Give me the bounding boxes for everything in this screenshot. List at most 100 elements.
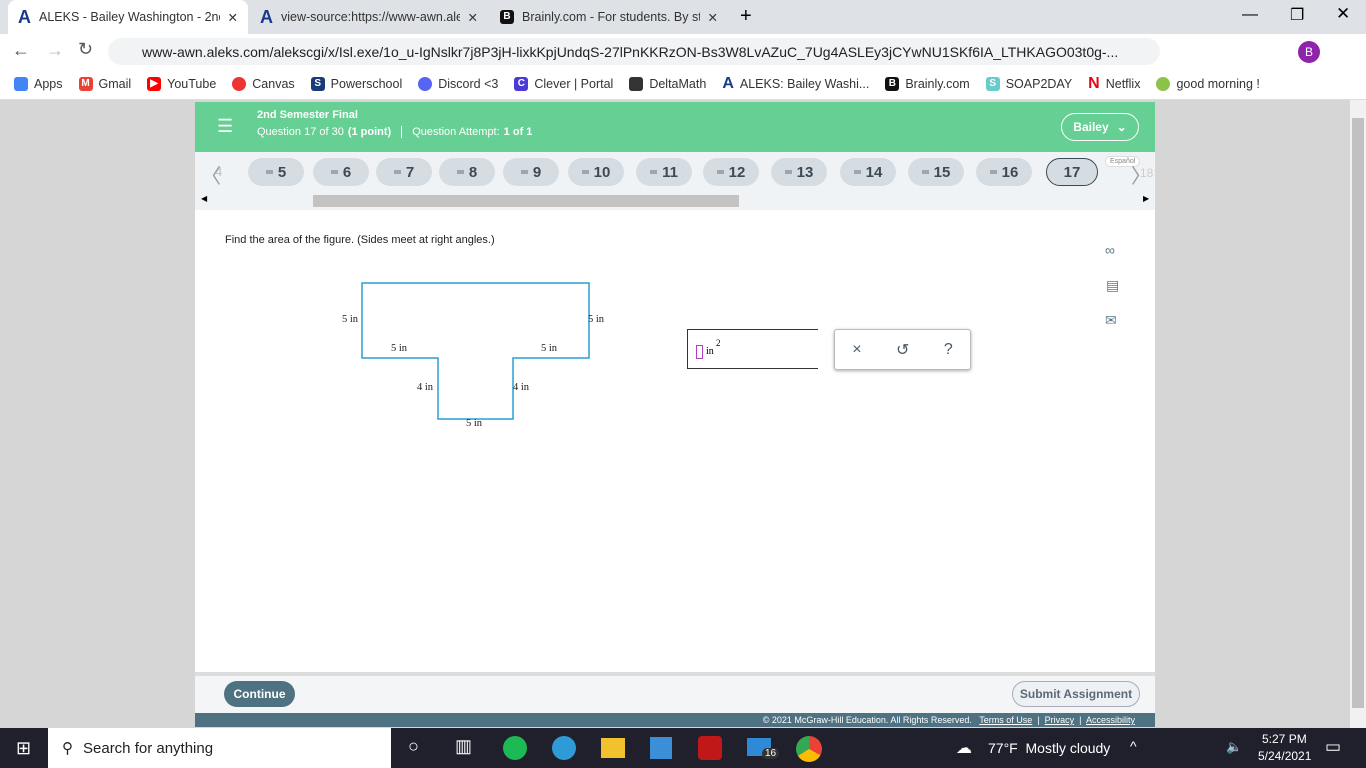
menu-icon[interactable]: ☰ <box>217 116 233 137</box>
bookmark-youtube[interactable]: ▶ YouTube <box>147 76 216 91</box>
close-tab-icon[interactable]: ✕ <box>228 10 238 25</box>
close-window-button[interactable]: ✕ <box>1336 4 1350 24</box>
tab-bar: A ALEKS - Bailey Washington - 2nd ✕ Aview-… <box>0 0 1366 34</box>
question-button-15[interactable]: 15 <box>908 158 964 186</box>
vertical-scrollbar[interactable] <box>1350 100 1366 728</box>
clear-button[interactable]: × <box>852 341 861 359</box>
store-icon[interactable] <box>650 737 672 759</box>
nav-next-icon[interactable]: 〉 <box>1131 160 1151 189</box>
youtube-icon: ▶ <box>147 76 162 91</box>
infinity-icon[interactable]: ∞ <box>1105 242 1115 258</box>
question-prompt: Find the area of the figure. (Sides meet… <box>225 234 495 246</box>
terms-link[interactable]: Terms of Use <box>979 715 1032 725</box>
scroll-right-icon[interactable]: ▶ <box>1143 194 1149 203</box>
undo-button[interactable]: ↺ <box>896 340 909 360</box>
bookmark-powerschool[interactable]: S Powerschool <box>310 76 402 91</box>
volume-icon[interactable]: 🔈 <box>1226 739 1242 755</box>
search-icon: ⚲ <box>62 740 73 757</box>
question-button-8[interactable]: 8 <box>439 158 495 186</box>
reload-icon[interactable]: ↻ <box>78 39 93 60</box>
help-button[interactable]: ? <box>944 341 953 359</box>
horizontal-scrollbar-thumb[interactable] <box>313 195 739 207</box>
windows-start-icon[interactable]: ⊞ <box>16 738 31 759</box>
aleks-icon: A <box>260 6 273 27</box>
continue-button[interactable]: Continue <box>224 681 295 707</box>
tab-aleks[interactable]: A ALEKS - Bailey Washington - 2nd ✕ <box>8 0 248 34</box>
bookmark-deltamath[interactable]: DeltaMath <box>629 76 706 91</box>
close-tab-icon[interactable]: ✕ <box>708 10 718 25</box>
clock-time[interactable]: 5:27 PM <box>1262 732 1307 746</box>
close-tab-icon[interactable]: ✕ <box>468 10 478 25</box>
privacy-link[interactable]: Privacy <box>1045 715 1075 725</box>
weather-icon: ☁ <box>956 740 972 757</box>
bookmark-aleks[interactable]: A ALEKS: Bailey Washi... <box>722 75 869 93</box>
flag-icon <box>456 170 464 174</box>
bookmark-soap2day[interactable]: S SOAP2DAY <box>985 76 1072 91</box>
question-button-17[interactable]: 17 <box>1046 158 1098 186</box>
question-area: Find the area of the figure. (Sides meet… <box>195 210 1155 672</box>
bookmark-gmail[interactable]: M Gmail <box>78 76 131 91</box>
bookmark-canvas[interactable]: Canvas <box>232 76 295 91</box>
task-view-icon[interactable]: ▥ <box>455 736 472 757</box>
question-button-11[interactable]: 11 <box>636 158 692 186</box>
question-button-7[interactable]: 7 <box>376 158 432 186</box>
taskbar: ⊞ ⚲ Search for anything ○ ▥ 16 ☁ 77°F Mos… <box>0 728 1366 768</box>
tray-chevron-icon[interactable]: ^ <box>1130 738 1137 754</box>
question-button-13[interactable]: 13 <box>771 158 827 186</box>
worksheet-icon[interactable]: ▤ <box>1106 277 1119 294</box>
accessibility-link[interactable]: Accessibility <box>1086 715 1135 725</box>
flower-icon <box>1156 76 1171 91</box>
taskbar-search[interactable]: ⚲ Search for anything <box>48 728 391 768</box>
spotify-icon[interactable] <box>503 736 527 760</box>
question-button-14[interactable]: 14 <box>840 158 896 186</box>
question-button-9[interactable]: 9 <box>503 158 559 186</box>
edge-icon[interactable] <box>552 736 576 760</box>
minimize-button[interactable]: — <box>1242 6 1258 24</box>
label-inner-right: 5 in <box>541 343 558 354</box>
url-field[interactable]: www-awn.aleks.com/alekscgi/x/Isl.exe/1o_… <box>108 38 1160 65</box>
question-button-16[interactable]: 16 <box>976 158 1032 186</box>
bookmark-netflix[interactable]: N Netflix <box>1088 75 1140 93</box>
bookmark-apps[interactable]: Apps <box>14 76 63 91</box>
tab-view-source[interactable]: Aview-source:https://www-awn.ale ✕ <box>250 0 488 34</box>
apps-icon <box>14 76 28 91</box>
unit-label: in <box>706 346 714 357</box>
unit-exponent: 2 <box>716 338 721 348</box>
flag-icon <box>921 170 929 174</box>
file-explorer-icon[interactable] <box>601 738 625 758</box>
new-tab-button[interactable]: + <box>740 5 752 28</box>
notifications-icon[interactable]: ▭ <box>1325 737 1341 757</box>
label-inner-left: 5 in <box>391 343 408 354</box>
mail-icon[interactable]: ✉ <box>1105 312 1117 329</box>
answer-input[interactable] <box>696 345 703 359</box>
mcafee-icon[interactable] <box>698 736 722 760</box>
bookmark-good-morning[interactable]: good morning ! <box>1156 76 1260 91</box>
chrome-icon[interactable] <box>796 736 822 762</box>
flag-icon <box>581 170 589 174</box>
bookmark-clever[interactable]: C Clever | Portal <box>514 76 613 91</box>
flag-icon <box>716 170 724 174</box>
cortana-icon[interactable]: ○ <box>408 736 419 757</box>
maximize-button[interactable]: ❐ <box>1290 5 1304 25</box>
clock-date[interactable]: 5/24/2021 <box>1258 749 1311 763</box>
answer-tools: × ↺ ? <box>834 329 971 370</box>
tab-brainly[interactable]: B Brainly.com - For students. By stu ✕ <box>490 0 728 34</box>
back-icon[interactable]: ← <box>12 40 30 61</box>
scroll-left-icon[interactable]: ◀ <box>201 194 207 203</box>
question-button-10[interactable]: 10 <box>568 158 624 186</box>
bookmark-brainly[interactable]: B Brainly.com <box>885 76 970 91</box>
submit-assignment-button[interactable]: Submit Assignment <box>1012 681 1140 707</box>
bookmark-discord[interactable]: Discord <3 <box>418 76 498 91</box>
profile-avatar[interactable]: B <box>1298 41 1320 63</box>
brainly-icon: B <box>500 10 514 24</box>
question-button-6[interactable]: 6 <box>313 158 369 186</box>
flag-icon <box>784 170 792 174</box>
question-button-5[interactable]: 5 <box>248 158 304 186</box>
question-button-12[interactable]: 12 <box>703 158 759 186</box>
mail-badge: 16 <box>762 748 780 759</box>
weather-text[interactable]: 77°F Mostly cloudy <box>988 740 1110 756</box>
user-menu-button[interactable]: Bailey ⌄ <box>1061 113 1139 141</box>
aleks-header: ☰ 2nd Semester Final Question 17 of 30 (1… <box>195 102 1155 152</box>
flag-icon <box>650 170 658 174</box>
forward-icon[interactable]: → <box>46 40 64 61</box>
